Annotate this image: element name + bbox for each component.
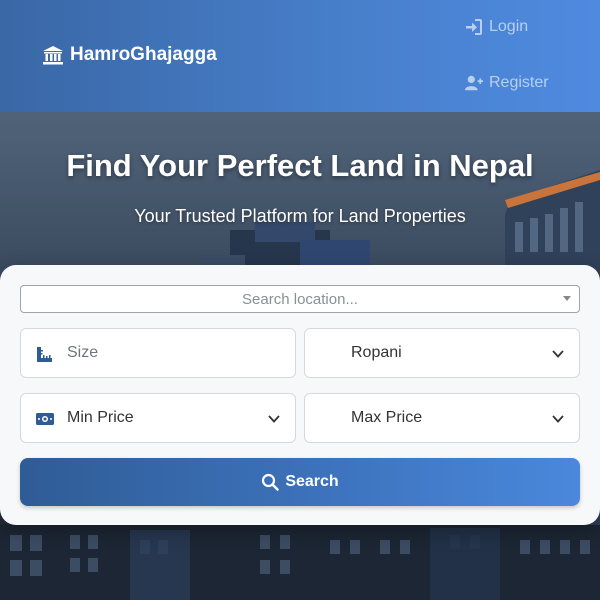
- search-card: Search location... Size Ropani Min Price…: [0, 265, 600, 525]
- hero-title: Find Your Perfect Land in Nepal: [66, 148, 534, 183]
- chevron-down-icon: [551, 412, 565, 426]
- location-select[interactable]: Search location...: [20, 285, 580, 313]
- caret-down-icon: [563, 296, 571, 301]
- hero-subtitle: Your Trusted Platform for Land Propertie…: [134, 206, 466, 226]
- user-plus-icon: [465, 74, 483, 92]
- search-button[interactable]: Search: [20, 458, 580, 506]
- min-price-value: Min Price: [67, 409, 134, 426]
- brand-name: HamroGhajagga: [70, 44, 217, 65]
- brand-logo[interactable]: HamroGhajagga: [42, 44, 217, 66]
- size-placeholder: Size: [67, 344, 99, 361]
- unit-select[interactable]: Ropani: [304, 328, 580, 378]
- unit-value: Ropani: [351, 344, 402, 361]
- login-label: Login: [489, 18, 529, 35]
- search-icon: [261, 473, 280, 491]
- sign-in-icon: [465, 18, 483, 36]
- login-link[interactable]: Login: [465, 18, 528, 36]
- ruler-icon: [35, 344, 55, 364]
- search-button-label: Search: [285, 473, 339, 490]
- landmark-icon: [42, 44, 64, 66]
- min-price-select[interactable]: Min Price: [20, 393, 296, 443]
- location-placeholder: Search location...: [242, 290, 358, 308]
- register-label: Register: [489, 74, 549, 91]
- max-price-value: Max Price: [351, 409, 423, 426]
- max-price-select[interactable]: Max Price: [304, 393, 580, 443]
- register-link[interactable]: Register: [465, 74, 549, 92]
- top-navbar: HamroGhajagga Login Register: [0, 0, 600, 112]
- chevron-down-icon: [267, 412, 281, 426]
- money-bill-icon: [35, 409, 55, 429]
- size-input[interactable]: Size: [20, 328, 296, 378]
- chevron-down-icon: [551, 347, 565, 361]
